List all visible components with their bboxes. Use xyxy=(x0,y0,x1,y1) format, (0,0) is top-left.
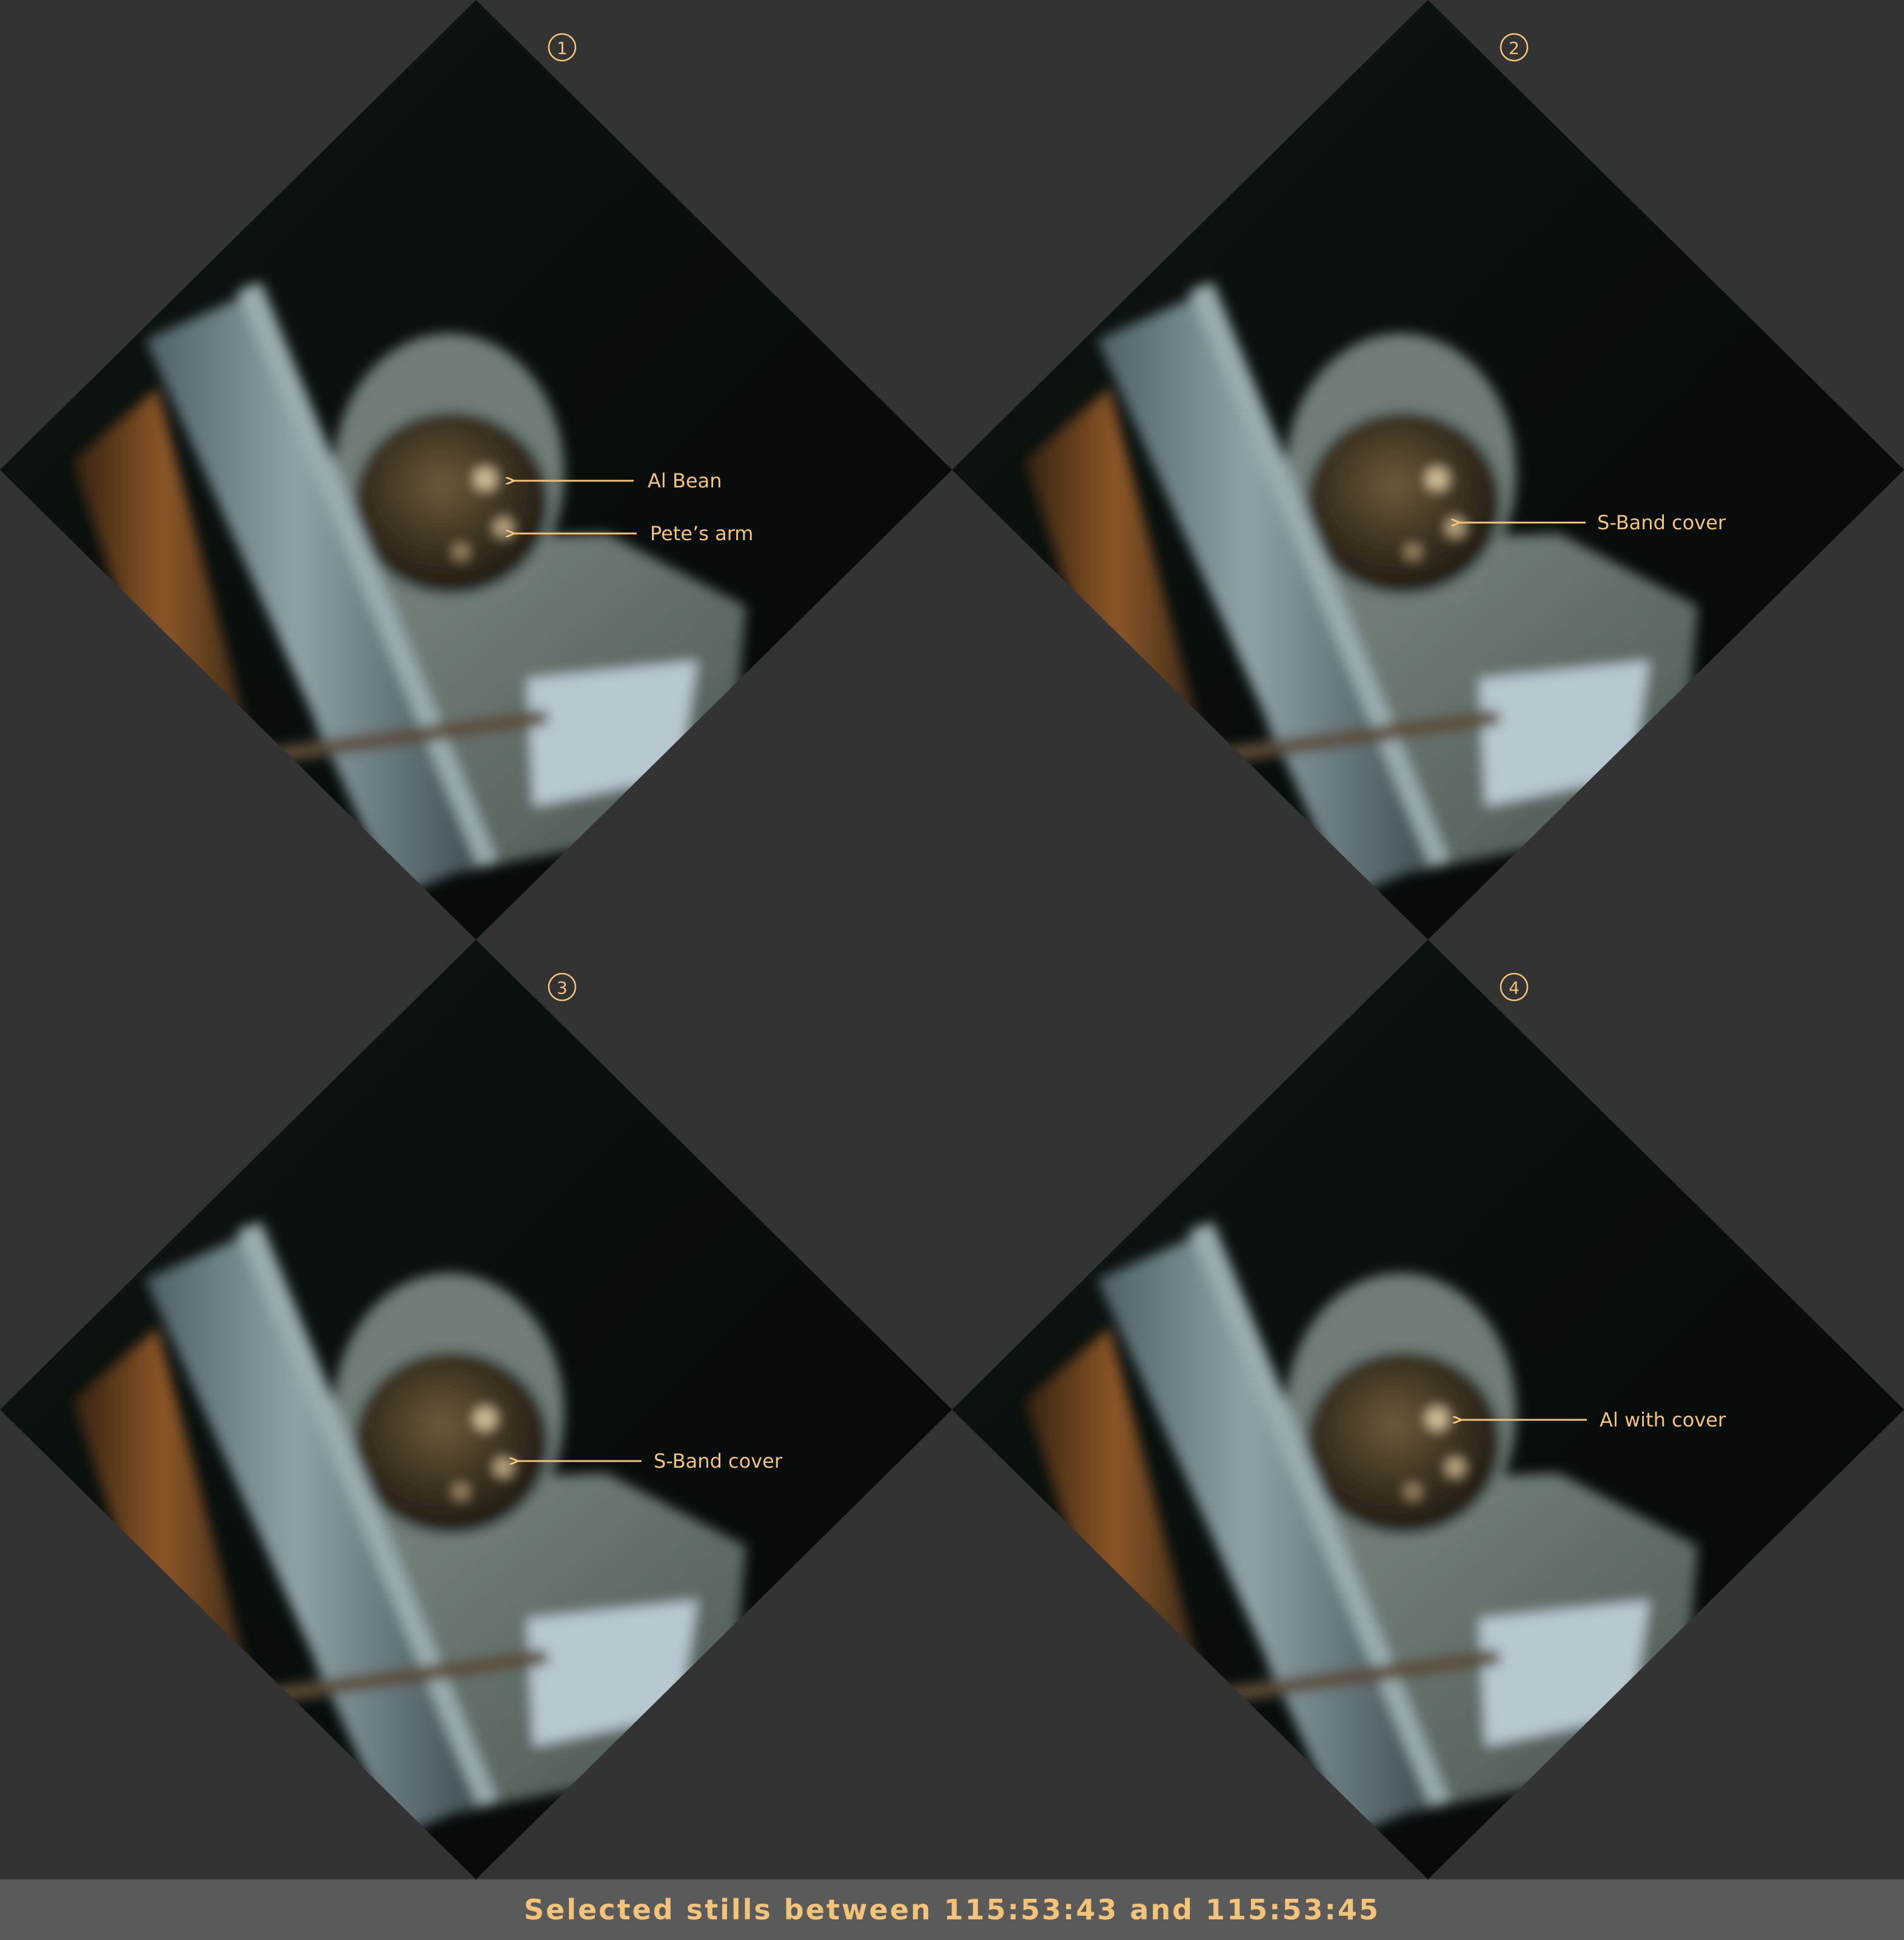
annotation-label: S-Band cover xyxy=(654,1450,783,1473)
caption-bar: Selected stills between 115:53:43 and 11… xyxy=(0,1879,1904,1940)
still-frame-3: 3 S-Band cover xyxy=(0,940,952,1879)
frame-number: 1 xyxy=(557,38,568,58)
annotation-label: Pete’s arm xyxy=(650,522,753,545)
annotation-label: Al Bean xyxy=(648,469,722,492)
still-frame-2: 2 S-Band cover xyxy=(952,0,1904,940)
still-frame-1: 1 Al Bean Pete’s arm xyxy=(0,0,952,940)
frame-number: 2 xyxy=(1509,38,1520,58)
figure-caption: Selected stills between 115:53:43 and 11… xyxy=(524,1893,1380,1926)
annotation-label: Al with cover xyxy=(1600,1408,1726,1431)
still-frame-4: 4 Al with cover xyxy=(952,940,1904,1879)
frame-number: 3 xyxy=(557,978,568,998)
annotation-label: S-Band cover xyxy=(1597,511,1726,534)
stills-figure: 1 Al Bean Pete’s arm 2 S-Band cover 3 S-… xyxy=(0,0,1904,1940)
frame-number: 4 xyxy=(1509,978,1520,998)
